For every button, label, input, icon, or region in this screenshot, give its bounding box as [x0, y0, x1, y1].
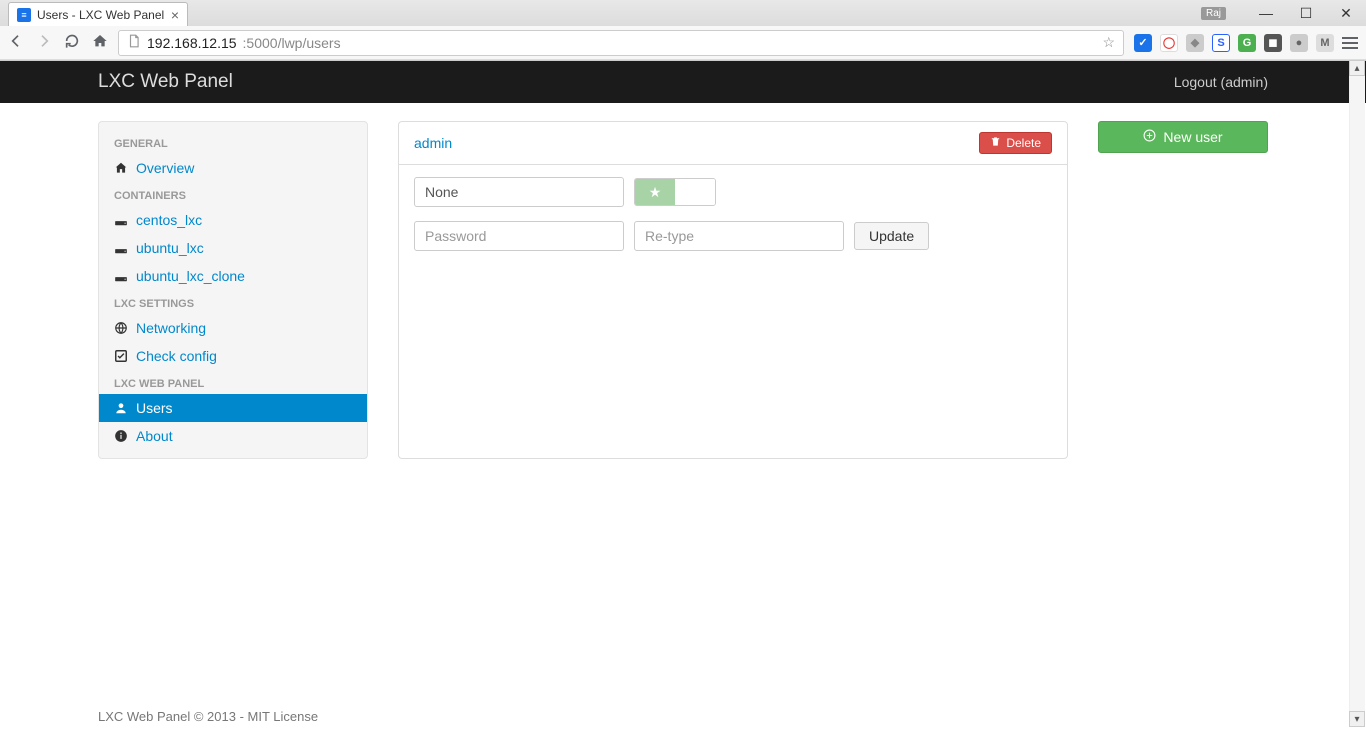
scroll-track[interactable] — [1349, 76, 1365, 711]
delete-label: Delete — [1006, 136, 1041, 150]
bookmark-star-icon[interactable]: ☆ — [1102, 34, 1115, 51]
url-input[interactable]: 192.168.12.15 :5000/lwp/users ☆ — [118, 30, 1124, 56]
browser-menu-icon[interactable] — [1342, 37, 1358, 49]
browser-chrome: ≡ Users - LXC Web Panel × Raj — ☐ ✕ 192.… — [0, 0, 1366, 61]
ext-icon-3[interactable]: ◆ — [1186, 34, 1204, 52]
check-icon — [114, 349, 128, 363]
new-user-label: New user — [1163, 129, 1222, 145]
address-bar: 192.168.12.15 :5000/lwp/users ☆ ✓ ◯ ◆ S G… — [0, 26, 1366, 60]
logout-link[interactable]: Logout (admin) — [1174, 74, 1268, 90]
sidebar-label: Check config — [136, 348, 217, 364]
ext-icon-1[interactable]: ✓ — [1134, 34, 1152, 52]
browser-tab[interactable]: ≡ Users - LXC Web Panel × — [8, 2, 188, 26]
sidebar: GENERAL Overview CONTAINERS centos_lxc u… — [98, 121, 368, 459]
sidebar-label: About — [136, 428, 173, 444]
window-close-icon[interactable]: ✕ — [1326, 0, 1366, 26]
nav-header-general: GENERAL — [99, 130, 367, 154]
sidebar-label: centos_lxc — [136, 212, 202, 228]
panel-heading: admin Delete — [399, 122, 1067, 165]
password-input[interactable] — [414, 221, 624, 251]
user-icon — [114, 401, 128, 415]
ext-icon-6[interactable]: ◼ — [1264, 34, 1282, 52]
reload-icon[interactable] — [64, 33, 80, 52]
ext-icon-8[interactable]: M — [1316, 34, 1334, 52]
sidebar-item-networking[interactable]: Networking — [99, 314, 367, 342]
retype-input[interactable] — [634, 221, 844, 251]
info-icon — [114, 429, 128, 443]
sidebar-label: ubuntu_lxc — [136, 240, 204, 256]
sidebar-item-ubuntu[interactable]: ubuntu_lxc — [99, 234, 367, 262]
password-row: Update — [414, 221, 1052, 251]
extension-icons: ✓ ◯ ◆ S G ◼ ● M — [1134, 34, 1358, 52]
sidebar-item-centos[interactable]: centos_lxc — [99, 206, 367, 234]
footer: LXC Web Panel © 2013 - MIT License — [98, 699, 1268, 734]
sidebar-item-ubuntu-clone[interactable]: ubuntu_lxc_clone — [99, 262, 367, 290]
user-panel: admin Delete ★ — [398, 121, 1068, 459]
tab-bar: ≡ Users - LXC Web Panel × Raj — ☐ ✕ — [0, 0, 1366, 26]
home-icon[interactable] — [92, 33, 108, 52]
app-navbar: LXC Web Panel Logout (admin) — [0, 61, 1366, 103]
plus-circle-icon — [1143, 129, 1156, 145]
toggle-on: ★ — [635, 179, 675, 205]
star-icon: ★ — [649, 184, 662, 201]
nav-header-settings: LXC SETTINGS — [99, 290, 367, 314]
profile-badge[interactable]: Raj — [1201, 7, 1226, 20]
favicon-icon: ≡ — [17, 8, 31, 22]
forward-icon[interactable] — [36, 33, 52, 52]
ext-icon-4[interactable]: S — [1212, 34, 1230, 52]
ext-icon-7[interactable]: ● — [1290, 34, 1308, 52]
username-link[interactable]: admin — [414, 135, 452, 151]
home-icon — [114, 161, 128, 175]
url-host: 192.168.12.15 — [147, 35, 237, 51]
tab-close-icon[interactable]: × — [171, 7, 179, 23]
nav-icons — [8, 33, 108, 52]
globe-icon — [114, 321, 128, 335]
sidebar-item-about[interactable]: About — [99, 422, 367, 450]
update-button[interactable]: Update — [854, 222, 929, 250]
hdd-icon — [114, 269, 128, 283]
toggle-off — [675, 179, 715, 205]
panel-body: ★ Update — [399, 165, 1067, 277]
main-container: GENERAL Overview CONTAINERS centos_lxc u… — [98, 121, 1268, 459]
hdd-icon — [114, 213, 128, 227]
sidebar-item-users[interactable]: Users — [99, 394, 367, 422]
window-minimize-icon[interactable]: — — [1246, 0, 1286, 26]
new-user-button[interactable]: New user — [1098, 121, 1268, 153]
sidebar-item-check-config[interactable]: Check config — [99, 342, 367, 370]
name-row: ★ — [414, 177, 1052, 207]
main-content: admin Delete ★ — [398, 121, 1268, 459]
side-actions: New user — [1098, 121, 1268, 459]
sidebar-label: Overview — [136, 160, 194, 176]
sidebar-item-overview[interactable]: Overview — [99, 154, 367, 182]
name-input[interactable] — [414, 177, 624, 207]
window-maximize-icon[interactable]: ☐ — [1286, 0, 1326, 26]
scroll-down-icon[interactable]: ▾ — [1349, 711, 1365, 727]
su-toggle[interactable]: ★ — [634, 178, 716, 206]
scroll-up-icon[interactable]: ▴ — [1349, 60, 1365, 76]
footer-text: LXC Web Panel © 2013 - MIT License — [98, 709, 318, 724]
trash-icon — [990, 136, 1001, 150]
ext-icon-2[interactable]: ◯ — [1160, 34, 1178, 52]
brand-title[interactable]: LXC Web Panel — [98, 71, 233, 93]
window-controls: Raj — ☐ ✕ — [1201, 0, 1366, 26]
ext-icon-5[interactable]: G — [1238, 34, 1256, 52]
hdd-icon — [114, 241, 128, 255]
nav-header-panel: LXC WEB PANEL — [99, 370, 367, 394]
nav-header-containers: CONTAINERS — [99, 182, 367, 206]
back-icon[interactable] — [8, 33, 24, 52]
tab-title: Users - LXC Web Panel — [37, 8, 164, 22]
url-path: :5000/lwp/users — [243, 35, 341, 51]
sidebar-label: Networking — [136, 320, 206, 336]
delete-button[interactable]: Delete — [979, 132, 1052, 154]
sidebar-label: Users — [136, 400, 173, 416]
page-icon — [127, 34, 141, 51]
sidebar-label: ubuntu_lxc_clone — [136, 268, 245, 284]
